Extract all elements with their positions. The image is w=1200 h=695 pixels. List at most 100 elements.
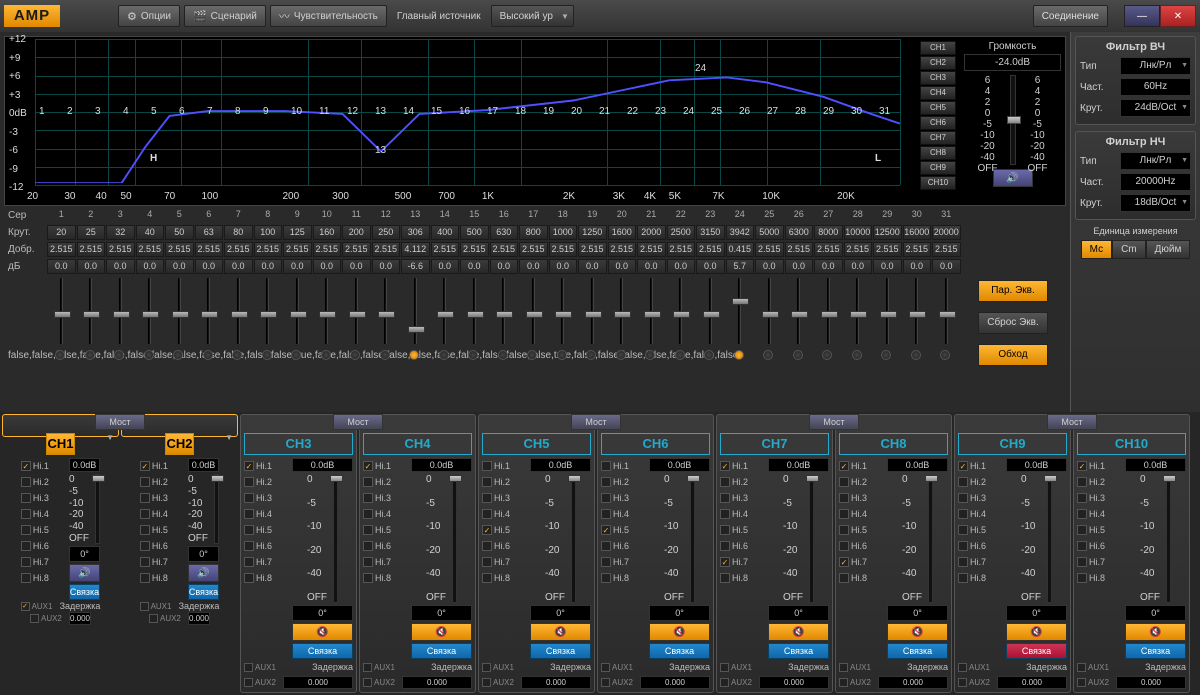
eq-band-cell[interactable]: 2.515 bbox=[667, 242, 696, 257]
bridge-button[interactable]: Мост bbox=[95, 414, 145, 430]
eq-band-slider[interactable] bbox=[880, 311, 897, 318]
hi-checkbox[interactable] bbox=[601, 573, 611, 583]
hi-checkbox[interactable] bbox=[21, 493, 31, 503]
eq-band-cell[interactable]: 0.0 bbox=[519, 259, 548, 274]
eq-band-cell[interactable]: 2.515 bbox=[224, 242, 253, 257]
hi-checkbox[interactable] bbox=[601, 477, 611, 487]
eq-band-cell[interactable]: 0.0 bbox=[637, 259, 666, 274]
eq-band-cell[interactable]: 80 bbox=[224, 225, 253, 240]
bypass-button[interactable]: Обход bbox=[978, 344, 1048, 366]
channel-mute-button[interactable]: 🔇 bbox=[768, 623, 829, 641]
eq-band-cell[interactable]: 20 bbox=[47, 225, 76, 240]
channel-name-button[interactable]: CH9 bbox=[958, 433, 1067, 455]
hi-checkbox[interactable] bbox=[720, 509, 730, 519]
eq-band-cell[interactable]: 400 bbox=[431, 225, 460, 240]
hi-checkbox[interactable] bbox=[140, 461, 150, 471]
eq-band-cell[interactable]: 2.515 bbox=[844, 242, 873, 257]
aux2-checkbox[interactable] bbox=[149, 614, 158, 623]
eq-band-cell[interactable]: 0.0 bbox=[224, 259, 253, 274]
hi-checkbox[interactable] bbox=[1077, 477, 1087, 487]
hi-checkbox[interactable] bbox=[140, 493, 150, 503]
delay-value[interactable]: 0.000 bbox=[69, 612, 91, 625]
eq-band-slider[interactable] bbox=[349, 311, 366, 318]
hi-checkbox[interactable] bbox=[140, 573, 150, 583]
delay-value[interactable]: 0.000 bbox=[878, 676, 948, 689]
phase-button[interactable]: 0° bbox=[292, 605, 353, 621]
delay-value[interactable]: 0.000 bbox=[759, 676, 829, 689]
channel-db-value[interactable]: 0.0dB bbox=[69, 458, 100, 472]
hi-checkbox[interactable] bbox=[1077, 541, 1087, 551]
sensitivity-button[interactable]: 〰Чувствительность bbox=[270, 5, 387, 27]
eq-band-cell[interactable]: 0.0 bbox=[136, 259, 165, 274]
aux2-checkbox[interactable] bbox=[363, 678, 372, 687]
eq-band-slider[interactable] bbox=[231, 311, 248, 318]
hi-checkbox[interactable] bbox=[21, 557, 31, 567]
band-bypass-dot[interactable] bbox=[468, 350, 478, 360]
hi-checkbox[interactable] bbox=[140, 477, 150, 487]
hi-checkbox[interactable] bbox=[482, 541, 492, 551]
eq-band-cell[interactable]: 1000 bbox=[549, 225, 578, 240]
eq-band-cell[interactable]: 0.0 bbox=[755, 259, 784, 274]
channel-fader[interactable]: 0-5-10-20-40OFF bbox=[649, 474, 710, 603]
hi-checkbox[interactable] bbox=[839, 557, 849, 567]
eq-band-slider[interactable] bbox=[762, 311, 779, 318]
channel-fader[interactable]: 0-5-10-20-40OFF bbox=[411, 474, 472, 603]
link-button[interactable]: Связка bbox=[887, 643, 948, 659]
channel-name-button[interactable]: CH1 bbox=[46, 433, 74, 455]
delay-value[interactable]: 0.000 bbox=[640, 676, 710, 689]
hi-checkbox[interactable] bbox=[1077, 493, 1087, 503]
channel-db-value[interactable]: 0.0dB bbox=[188, 458, 219, 472]
hi-checkbox[interactable] bbox=[601, 461, 611, 471]
channel-db-value[interactable]: 0.0dB bbox=[649, 458, 710, 472]
eq-band-slider[interactable] bbox=[526, 311, 543, 318]
hi-checkbox[interactable] bbox=[363, 509, 373, 519]
aux1-checkbox[interactable] bbox=[1077, 663, 1086, 672]
hi-checkbox[interactable] bbox=[720, 461, 730, 471]
hi-checkbox[interactable] bbox=[1077, 525, 1087, 535]
eq-band-cell[interactable]: 0.0 bbox=[165, 259, 194, 274]
hi-checkbox[interactable] bbox=[601, 541, 611, 551]
eq-band-cell[interactable]: 0.0 bbox=[254, 259, 283, 274]
channel-fader[interactable]: 0-5-10-20-40OFF bbox=[1006, 474, 1067, 603]
phase-button[interactable]: 0° bbox=[768, 605, 829, 621]
reset-eq-button[interactable]: Сброс Экв. bbox=[978, 312, 1048, 334]
aux2-checkbox[interactable] bbox=[30, 614, 39, 623]
eq-band-cell[interactable]: 2.515 bbox=[814, 242, 843, 257]
hi-checkbox[interactable] bbox=[363, 461, 373, 471]
band-bypass-dot[interactable] bbox=[645, 350, 655, 360]
bridge-button[interactable]: Мост bbox=[333, 414, 383, 430]
eq-band-slider[interactable] bbox=[319, 311, 336, 318]
eq-band-slider[interactable] bbox=[201, 311, 218, 318]
eq-band-cell[interactable]: 500 bbox=[460, 225, 489, 240]
eq-band-slider[interactable] bbox=[172, 311, 189, 318]
channel-db-value[interactable]: 0.0dB bbox=[530, 458, 591, 472]
eq-band-cell[interactable]: 2500 bbox=[667, 225, 696, 240]
hi-checkbox[interactable] bbox=[720, 573, 730, 583]
eq-band-cell[interactable]: 0.0 bbox=[549, 259, 578, 274]
aux1-checkbox[interactable] bbox=[21, 602, 30, 611]
delay-value[interactable]: 0.000 bbox=[188, 612, 210, 625]
eq-band-cell[interactable]: 3942 bbox=[726, 225, 755, 240]
eq-band-cell[interactable]: 2.515 bbox=[47, 242, 76, 257]
channel-name-button[interactable]: CH6 bbox=[601, 433, 710, 455]
eq-band-cell[interactable]: 12500 bbox=[873, 225, 902, 240]
eq-band-cell[interactable]: 0.0 bbox=[372, 259, 401, 274]
delay-value[interactable]: 0.000 bbox=[283, 676, 353, 689]
eq-band-cell[interactable]: 0.0 bbox=[77, 259, 106, 274]
hi-checkbox[interactable] bbox=[363, 525, 373, 535]
delay-value[interactable]: 0.000 bbox=[402, 676, 472, 689]
eq-band-cell[interactable]: 2.515 bbox=[313, 242, 342, 257]
hpf-type-select[interactable]: Лнк/Рл bbox=[1120, 57, 1191, 75]
aux2-checkbox[interactable] bbox=[1077, 678, 1086, 687]
eq-band-cell[interactable]: 10000 bbox=[844, 225, 873, 240]
eq-band-slider[interactable] bbox=[821, 311, 838, 318]
channel-name-button[interactable]: CH4 bbox=[363, 433, 472, 455]
eq-band-slider[interactable] bbox=[585, 311, 602, 318]
eq-band-cell[interactable]: 2.515 bbox=[519, 242, 548, 257]
aux2-checkbox[interactable] bbox=[482, 678, 491, 687]
link-button[interactable]: Связка bbox=[530, 643, 591, 659]
band-bypass-dot[interactable] bbox=[439, 350, 449, 360]
link-button[interactable]: Связка bbox=[188, 584, 219, 600]
eq-band-cell[interactable]: 2.515 bbox=[785, 242, 814, 257]
hi-checkbox[interactable] bbox=[1077, 509, 1087, 519]
